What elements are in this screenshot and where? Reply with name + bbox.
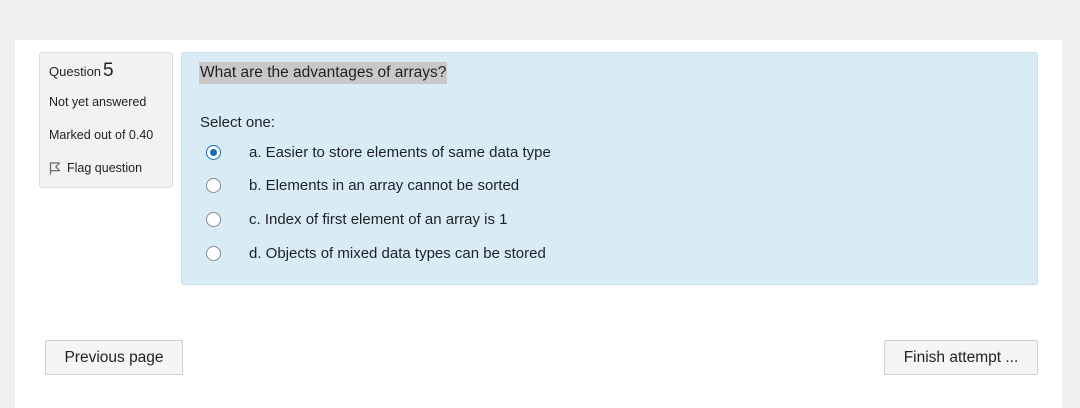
question-grade: Marked out of 0.40 [49,128,154,142]
question-state: Not yet answered [49,95,147,109]
radio-button-d[interactable] [206,246,221,261]
answer-option-a[interactable]: a. Easier to store elements of same data… [206,144,551,161]
select-prompt: Select one: [200,114,276,131]
radio-button-b[interactable] [206,178,221,193]
previous-page-button[interactable]: Previous page [45,340,183,375]
question-content: What are the advantages of arrays? Selec… [181,52,1038,285]
answer-option-label: a. Easier to store elements of same data… [249,144,551,161]
flag-question-label: Flag question [67,161,143,175]
finish-attempt-button[interactable]: Finish attempt ... [884,340,1038,375]
answer-option-label: d. Objects of mixed data types can be st… [249,245,546,262]
question-number-label: Question [49,64,102,79]
question-text: What are the advantages of arrays? [199,62,448,84]
quiz-page: Question 5 Not yet answered Marked out of… [15,40,1062,408]
answer-option-b[interactable]: b. Elements in an array cannot be sorted [206,177,519,194]
flag-question-link[interactable]: Flag question [49,161,142,175]
answer-option-c[interactable]: c. Index of first element of an array is… [206,211,507,228]
question-info-panel: Question 5 Not yet answered Marked out of… [39,52,173,188]
question-number: Question 5 [49,60,114,82]
flag-icon [49,161,61,175]
question-number-value: 5 [103,60,114,81]
answer-option-label: c. Index of first element of an array is… [249,211,508,228]
radio-button-c[interactable] [206,212,221,227]
radio-button-a[interactable] [206,145,221,160]
answer-option-d[interactable]: d. Objects of mixed data types can be st… [206,245,546,262]
answer-option-label: b. Elements in an array cannot be sorted [249,177,520,194]
